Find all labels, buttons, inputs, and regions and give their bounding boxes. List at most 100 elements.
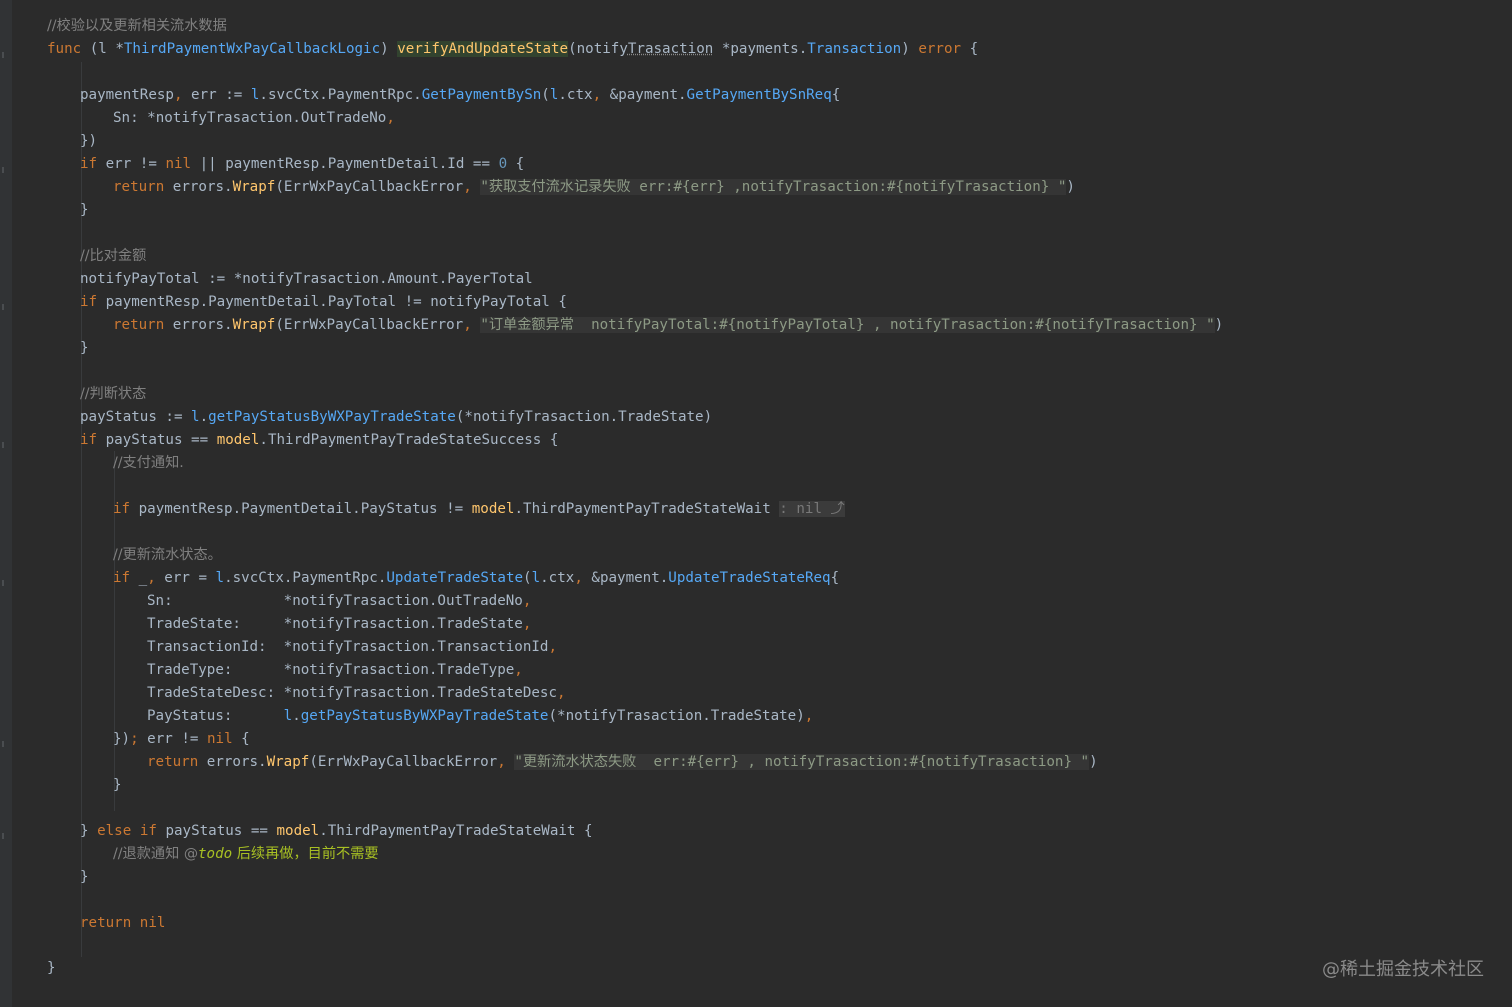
code-line[interactable]: } [113, 774, 122, 797]
code-line[interactable]: //校验以及更新相关流水数据 [47, 15, 227, 38]
code-line[interactable]: //比对金额 [80, 245, 146, 268]
code-string: "获取支付流水记录失败 err:#{err} ,notifyTrasaction… [480, 179, 1067, 195]
code-line[interactable]: }) [80, 130, 97, 153]
code-text: } [80, 869, 89, 885]
code-text: TradeStateDesc: *notifyTrasaction.TradeS… [147, 685, 557, 701]
code-line[interactable]: if err != nil || paymentResp.PaymentDeta… [80, 153, 524, 176]
code-text: (*notifyTrasaction.TradeState) [455, 409, 713, 425]
code-text: { [831, 87, 841, 103]
code-text: { [507, 156, 525, 172]
code-text: } [80, 202, 89, 218]
code-line[interactable]: if payStatus == model.ThirdPaymentPayTra… [80, 429, 558, 452]
code-line[interactable]: return errors.Wrapf(ErrWxPayCallbackErro… [147, 751, 1098, 774]
code-package: model [471, 501, 515, 517]
code-line[interactable]: } [47, 957, 56, 980]
code-text: (ErrWxPayCallbackError [275, 317, 464, 333]
code-receiver: l [191, 409, 200, 425]
code-line[interactable]: return nil [80, 912, 165, 935]
code-keyword: if [113, 570, 131, 586]
code-text: || paymentResp.PaymentDetail.Id == [191, 156, 499, 172]
code-keyword: return [113, 317, 165, 333]
code-text: } [80, 823, 98, 839]
code-line[interactable]: PayStatus: l.getPayStatusByWXPayTradeSta… [147, 705, 813, 728]
code-line[interactable]: //退款通知 @todo 后续再做，目前不需要 [113, 843, 379, 866]
code-function-name: verifyAndUpdateState [397, 41, 569, 57]
code-call: Wrapf [266, 754, 310, 770]
code-call: getPayStatusByWXPayTradeState [208, 409, 456, 425]
code-line[interactable]: Sn: *notifyTrasaction.OutTradeNo, [113, 107, 395, 130]
code-string: "订单金额异常 notifyPayTotal:#{notifyPayTotal}… [480, 317, 1215, 333]
code-text: } [47, 960, 56, 976]
code-text: Sn: *notifyTrasaction.OutTradeNo [113, 110, 387, 126]
code-line[interactable]: if _, err = l.svcCtx.PaymentRpc.UpdateTr… [113, 567, 839, 590]
code-keyword: else [97, 823, 132, 839]
code-text: ( [523, 570, 532, 586]
code-text: err != [97, 156, 166, 172]
code-text: _ [130, 570, 148, 586]
code-line[interactable]: //判断状态 [80, 383, 146, 406]
code-comment: @ [183, 846, 199, 862]
code-string: "更新流水状态失败 err:#{err} , notifyTrasaction:… [514, 754, 1090, 770]
code-line[interactable]: //更新流水状态。 [113, 544, 222, 567]
code-call: Wrapf [232, 317, 276, 333]
code-text: &payment. [601, 87, 687, 103]
code-line[interactable]: notifyPayTotal := *notifyTrasaction.Amou… [80, 268, 533, 291]
code-text: . [199, 409, 209, 425]
inlay-hint[interactable]: : nil ⤴ [779, 501, 845, 517]
code-comment: //比对金额 [80, 248, 147, 264]
code-line[interactable]: TradeStateDesc: *notifyTrasaction.TradeS… [147, 682, 566, 705]
code-text: err := [182, 87, 251, 103]
code-comment: //退款通知 [113, 846, 184, 862]
code-text: .ctx [540, 570, 575, 586]
code-keyword: func [47, 41, 82, 57]
code-text: ) [380, 41, 398, 57]
code-text: { [830, 570, 840, 586]
code-line[interactable]: Sn: *notifyTrasaction.OutTradeNo, [147, 590, 531, 613]
code-line[interactable]: } [80, 866, 89, 889]
code-punct: , [173, 87, 183, 103]
code-line[interactable]: return errors.Wrapf(ErrWxPayCallbackErro… [113, 176, 1075, 199]
code-text: .svcCtx.PaymentRpc. [224, 570, 387, 586]
code-package: model [216, 432, 260, 448]
code-keyword: if [139, 823, 157, 839]
code-text: notifyPayTotal := *notifyTrasaction.Amou… [80, 271, 533, 287]
code-line[interactable]: } else if payStatus == model.ThirdPaymen… [80, 820, 593, 843]
code-call: GetPaymentBySn [421, 87, 542, 103]
code-text: .ctx [558, 87, 593, 103]
code-line[interactable]: //支付通知. [113, 452, 184, 475]
code-line[interactable]: } [80, 337, 89, 360]
code-editor[interactable]: //校验以及更新相关流水数据 func (l *ThirdPaymentWxPa… [0, 0, 1512, 1007]
code-line[interactable]: TradeState: *notifyTrasaction.TradeState… [147, 613, 531, 636]
code-punct: , [592, 87, 602, 103]
code-type: UpdateTradeStateReq [668, 570, 831, 586]
code-line[interactable]: if paymentResp.PaymentDetail.PayStatus !… [113, 498, 845, 521]
code-keyword: if [80, 432, 98, 448]
code-text: payStatus == [156, 823, 277, 839]
code-line[interactable]: paymentResp, err := l.svcCtx.PaymentRpc.… [80, 84, 840, 107]
code-line[interactable]: TradeType: *notifyTrasaction.TradeType, [147, 659, 523, 682]
code-line[interactable]: payStatus := l.getPayStatusByWXPayTradeS… [80, 406, 712, 429]
code-line[interactable]: }); err != nil { [113, 728, 250, 751]
code-text: .ThirdPaymentPayTradeStateSuccess { [259, 432, 559, 448]
fold-marker [2, 304, 4, 310]
code-call: Wrapf [232, 179, 276, 195]
code-line[interactable]: func (l *ThirdPaymentWxPayCallbackLogic)… [47, 38, 978, 61]
code-text: &payment. [582, 570, 669, 586]
code-line[interactable]: TransactionId: *notifyTrasaction.Transac… [147, 636, 557, 659]
code-punct: , [548, 639, 558, 655]
code-text: } [113, 777, 122, 793]
code-punct: , [497, 754, 506, 770]
code-text: Sn: *notifyTrasaction.OutTradeNo [147, 593, 523, 609]
code-punct: , [463, 317, 472, 333]
code-text: . [292, 708, 301, 724]
code-text: ) [901, 41, 919, 57]
code-keyword: nil [139, 915, 166, 931]
todo-text: 后续再做，目前不需要 [232, 846, 379, 862]
code-type: Transaction [807, 41, 902, 57]
fold-marker [2, 167, 4, 173]
code-line[interactable]: if paymentResp.PaymentDetail.PayTotal !=… [80, 291, 567, 314]
code-line[interactable]: return errors.Wrapf(ErrWxPayCallbackErro… [113, 314, 1223, 337]
fold-marker [2, 833, 4, 839]
code-line[interactable]: } [80, 199, 89, 222]
